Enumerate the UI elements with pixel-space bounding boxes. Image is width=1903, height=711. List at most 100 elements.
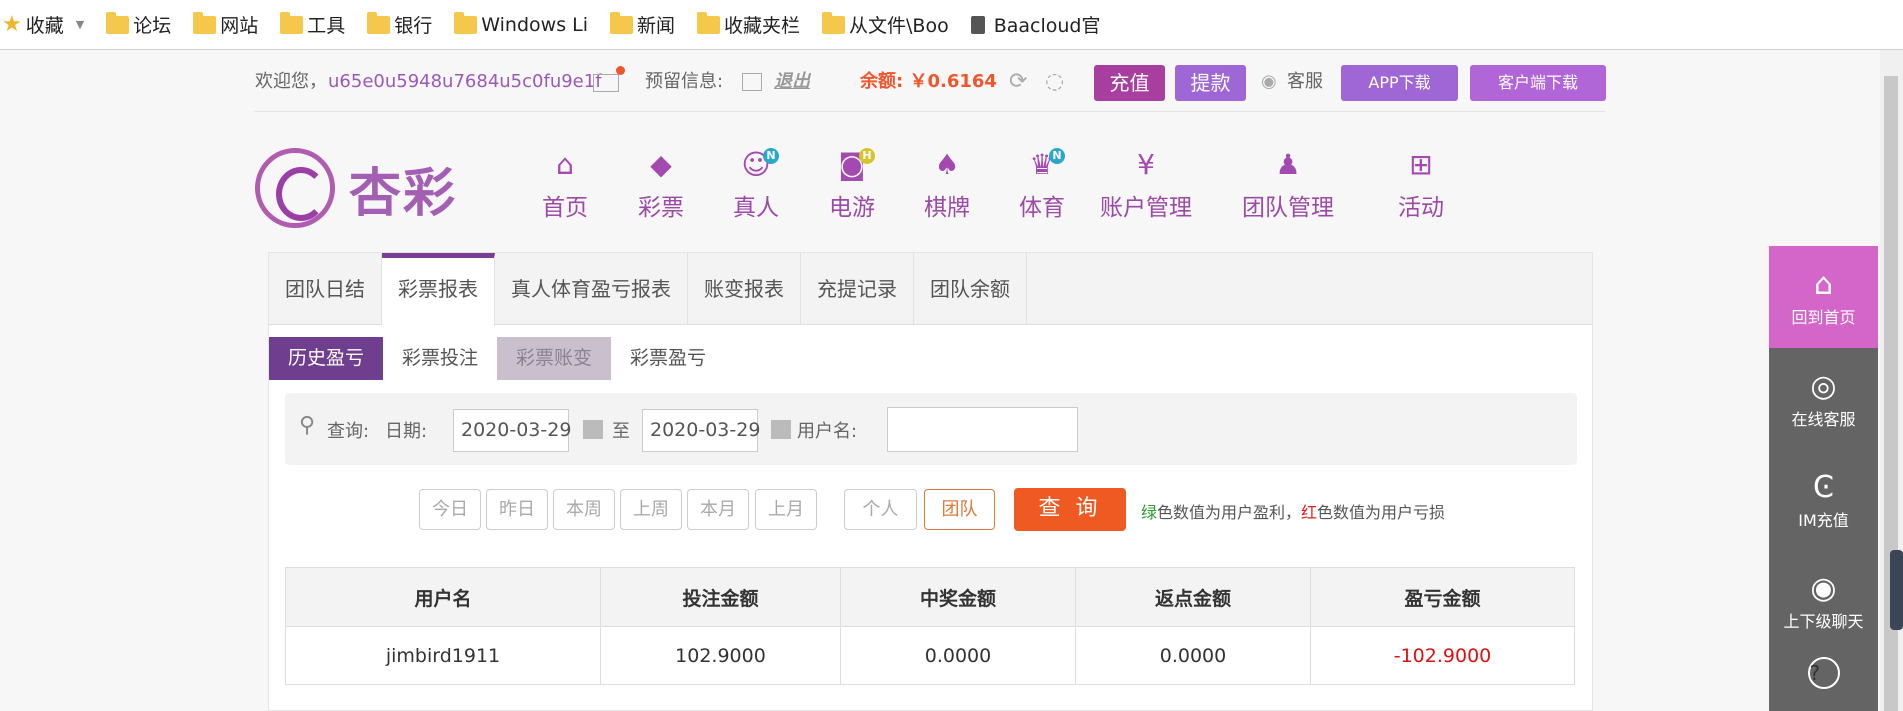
username-input[interactable] bbox=[887, 407, 1078, 452]
client-download-button[interactable]: 客户端下载 bbox=[1470, 65, 1606, 101]
tab-team-balance[interactable]: 团队余额 bbox=[914, 253, 1027, 325]
bookmark-label: 从文件\Boo bbox=[849, 15, 949, 37]
subtab-lottery-pnl[interactable]: 彩票盈亏 bbox=[611, 337, 725, 380]
filter-yesterday[interactable]: 昨日 bbox=[486, 489, 548, 530]
app-download-button[interactable]: APP下载 bbox=[1341, 65, 1458, 101]
report-table: 用户名 投注金额 中奖金额 返点金额 盈亏金额 jimbird1911 102.… bbox=[285, 567, 1575, 685]
nav-lottery[interactable]: ◆ 彩票 bbox=[606, 148, 716, 222]
withdraw-button[interactable]: 提款 bbox=[1175, 65, 1246, 101]
nav-label: 真人 bbox=[733, 195, 779, 221]
service-link[interactable]: 客服 bbox=[1287, 66, 1323, 98]
nav-label: 活动 bbox=[1398, 195, 1444, 221]
cell-win-amount: 0.0000 bbox=[840, 626, 1076, 685]
calendar-icon[interactable] bbox=[771, 420, 791, 439]
notification-dot bbox=[616, 66, 625, 75]
float-label: IM充值 bbox=[1798, 511, 1849, 530]
logo-mark bbox=[255, 148, 335, 228]
bookmark-folder[interactable]: 工具 bbox=[280, 11, 345, 38]
edit-icon[interactable] bbox=[742, 73, 762, 91]
bookmark-folder[interactable]: Windows Li bbox=[454, 11, 588, 36]
hint-red: 红 bbox=[1301, 503, 1318, 522]
folder-icon bbox=[106, 11, 130, 34]
search-button[interactable]: 查 询 bbox=[1014, 488, 1126, 531]
nav-label: 彩票 bbox=[638, 195, 684, 221]
filter-this-month[interactable]: 本月 bbox=[687, 489, 749, 530]
bookmark-label: 工具 bbox=[307, 15, 346, 37]
star-icon: ★ bbox=[2, 12, 22, 37]
username-label: 用户名: bbox=[797, 421, 858, 442]
col-rebate-amount: 返点金额 bbox=[1075, 567, 1311, 627]
nav-egames[interactable]: ◙ H 电游 bbox=[797, 148, 907, 222]
gamepad-icon: ◙ H bbox=[797, 148, 907, 182]
scope-team[interactable]: 团队 bbox=[924, 489, 995, 530]
nav-activity[interactable]: ⊞ 活动 bbox=[1366, 148, 1476, 222]
home-icon: ⌂ bbox=[1813, 267, 1834, 302]
bookmark-folder[interactable]: 从文件\Boo bbox=[822, 11, 949, 38]
bookmark-folder[interactable]: 新闻 bbox=[610, 11, 675, 38]
tab-lottery-report[interactable]: 彩票报表 bbox=[382, 253, 495, 326]
floating-sidebar: ⌂ 回到首页 ◎ 在线客服 Ͼ IM充值 ◉ 上下级聊天 ? bbox=[1769, 246, 1878, 711]
nav-home[interactable]: ⌂ 首页 bbox=[510, 148, 620, 222]
subtab-lottery-changes[interactable]: 彩票账变 bbox=[497, 337, 612, 380]
report-tabs: 团队日结 彩票报表 真人体育盈亏报表 账变报表 充提记录 团队余额 bbox=[269, 253, 1592, 326]
subtab-lottery-bets[interactable]: 彩票投注 bbox=[383, 337, 497, 380]
filter-last-month[interactable]: 上月 bbox=[755, 489, 817, 530]
folder-icon bbox=[610, 11, 633, 34]
end-date-input[interactable]: 2020-03-29 bbox=[642, 409, 760, 452]
subtab-history-pnl[interactable]: 历史盈亏 bbox=[269, 337, 384, 380]
scope-personal[interactable]: 个人 bbox=[844, 489, 917, 530]
im-recharge-button[interactable]: Ͼ IM充值 bbox=[1769, 449, 1878, 550]
home-icon: ⌂ bbox=[556, 148, 574, 181]
nav-team[interactable]: ♟ 团队管理 bbox=[1218, 148, 1358, 222]
filter-last-week[interactable]: 上周 bbox=[620, 489, 682, 530]
nav-label: 电游 bbox=[829, 195, 875, 221]
cell-username: jimbird1911 bbox=[285, 626, 601, 685]
tab-account-changes[interactable]: 账变报表 bbox=[688, 253, 801, 325]
bookmark-label: 收藏 bbox=[25, 15, 64, 37]
mail-icon[interactable] bbox=[593, 74, 619, 92]
query-bar: ⚲ 查询: 日期: 2020-03-29 至 2020-03-29 用户名: bbox=[285, 393, 1577, 465]
nav-cards[interactable]: ♠ 棋牌 bbox=[892, 148, 1002, 222]
bookmark-folder[interactable]: 网站 bbox=[193, 11, 258, 38]
start-date-input[interactable]: 2020-03-29 bbox=[453, 409, 571, 452]
hot-badge: H bbox=[859, 148, 875, 164]
help-icon[interactable]: ? bbox=[1807, 657, 1840, 689]
hide-eye-icon[interactable]: ◌ bbox=[1045, 66, 1064, 98]
service-icon[interactable]: ◉ bbox=[1261, 66, 1277, 98]
site-logo[interactable]: 杏彩 bbox=[255, 148, 457, 228]
hint-mid: 色数值为用户盈利， bbox=[1157, 503, 1302, 522]
nav-account[interactable]: ¥ 账户管理 bbox=[1076, 148, 1216, 222]
recharge-button[interactable]: 充值 bbox=[1094, 65, 1165, 101]
refresh-icon[interactable]: ⟳ bbox=[1009, 66, 1027, 98]
calendar-icon[interactable] bbox=[583, 420, 603, 439]
bookmark-favorites[interactable]: ★ 收藏 ▼ bbox=[2, 11, 84, 38]
logout-link[interactable]: 退出 bbox=[774, 66, 810, 98]
username: u65e0u5948u7684u5c0fu9e1f bbox=[328, 71, 602, 92]
col-pnl-amount: 盈亏金额 bbox=[1310, 567, 1575, 627]
bookmark-folder[interactable]: 论坛 bbox=[106, 11, 171, 38]
new-badge: N bbox=[1049, 148, 1065, 164]
hint-green: 绿 bbox=[1141, 503, 1158, 522]
bookmark-folder[interactable]: 收藏夹栏 bbox=[697, 11, 800, 38]
nav-live[interactable]: ☺ N 真人 bbox=[701, 148, 811, 222]
logo-text: 杏彩 bbox=[349, 163, 458, 224]
nav-label: 棋牌 bbox=[924, 195, 970, 221]
tab-deposit-withdraw[interactable]: 充提记录 bbox=[801, 253, 914, 325]
float-label: 上下级聊天 bbox=[1783, 612, 1864, 631]
back-home-button[interactable]: ⌂ 回到首页 bbox=[1769, 246, 1878, 348]
tab-team-daily[interactable]: 团队日结 bbox=[269, 253, 382, 325]
account-info-bar: 欢迎您， u65e0u5948u7684u5c0fu9e1f 预留信息: 退出 … bbox=[255, 58, 1606, 112]
side-grip-handle[interactable] bbox=[1890, 550, 1903, 630]
tab-live-sports-report[interactable]: 真人体育盈亏报表 bbox=[495, 253, 688, 325]
nav-label: 首页 bbox=[542, 195, 588, 221]
chevron-down-icon[interactable]: ▼ bbox=[76, 18, 84, 31]
chat-button[interactable]: ◉ 上下级聊天 bbox=[1769, 550, 1878, 651]
nav-label: 账户管理 bbox=[1100, 195, 1192, 221]
im-icon: Ͼ bbox=[1813, 470, 1834, 505]
page-icon bbox=[970, 15, 985, 34]
bookmark-folder[interactable]: 银行 bbox=[367, 11, 432, 38]
bookmark-link[interactable]: Baacloud官 bbox=[970, 11, 1101, 38]
filter-this-week[interactable]: 本周 bbox=[553, 489, 615, 530]
filter-today[interactable]: 今日 bbox=[419, 489, 481, 530]
online-service-button[interactable]: ◎ 在线客服 bbox=[1769, 348, 1878, 449]
